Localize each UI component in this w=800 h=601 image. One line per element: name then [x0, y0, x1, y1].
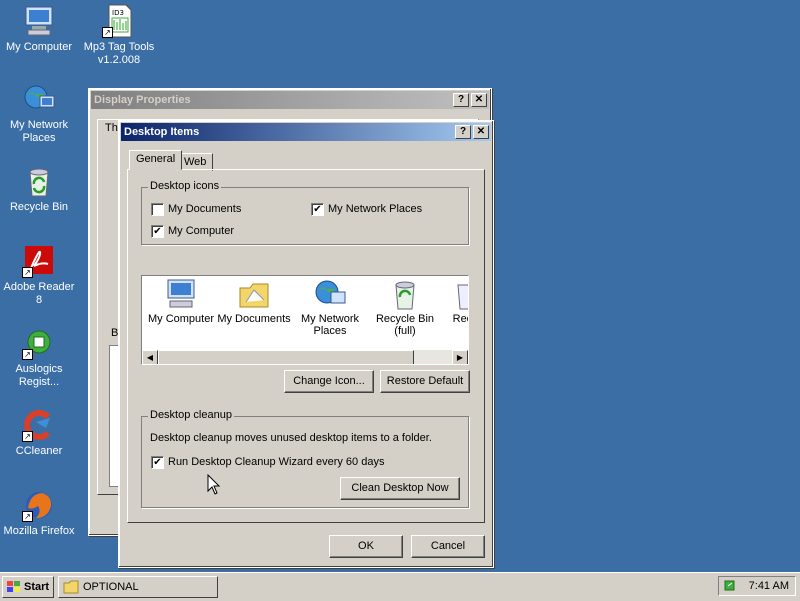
computer-icon — [22, 4, 56, 38]
dialog-title: Desktop Items — [124, 126, 200, 138]
task-label: OPTIONAL — [83, 581, 139, 593]
firefox-icon: ↗ — [22, 488, 56, 522]
my-network-places-checkbox[interactable]: ✔ — [311, 203, 324, 216]
id3-file-icon: ID3 ↗ — [102, 4, 136, 38]
desktop-icon-label: Adobe Reader 8 — [3, 281, 75, 306]
help-button[interactable]: ? — [455, 125, 471, 139]
scrollbar-thumb[interactable] — [158, 350, 414, 364]
shortcut-arrow-icon: ↗ — [22, 267, 33, 278]
desktop-icon-label: Mp3 Tag Tools v1.2.008 — [83, 41, 155, 66]
network-globe-icon — [22, 82, 56, 116]
desktop-icon-my-network-places[interactable]: My Network Places — [0, 82, 78, 145]
tab-general[interactable]: General — [129, 150, 183, 170]
icon-list-item[interactable]: Recycle Bin (full) — [370, 278, 440, 337]
display-properties-titlebar[interactable]: Display Properties ? ✕ — [91, 91, 489, 109]
desktop-icon-recycle-bin[interactable]: Recycle Bin — [0, 164, 78, 214]
windows-logo-icon — [7, 581, 20, 592]
my-network-places-label: My Network Places — [328, 203, 423, 215]
system-tray: 7:41 AM — [718, 576, 796, 596]
window-title: Display Properties — [94, 94, 191, 106]
network-globe-icon — [315, 280, 346, 304]
computer-icon — [167, 279, 195, 308]
start-button[interactable]: Start — [2, 576, 54, 598]
close-button[interactable]: ✕ — [473, 125, 489, 139]
my-computer-label: My Computer — [168, 225, 235, 237]
recycle-bin-empty-icon — [457, 284, 468, 310]
taskbar-task-optional[interactable]: OPTIONAL — [58, 576, 218, 598]
tray-app-icon[interactable] — [723, 579, 737, 593]
icon-list-item[interactable]: Rec... — [442, 278, 468, 325]
desktop-icon-label: My Computer — [5, 41, 73, 53]
icon-list-view[interactable]: My Computer My Documents My Network Plac… — [141, 275, 469, 365]
adobe-reader-icon: ↗ — [22, 244, 56, 278]
run-cleanup-wizard-label: Run Desktop Cleanup Wizard every 60 days — [168, 456, 385, 468]
desktop-icon-my-computer[interactable]: My Computer — [0, 4, 78, 54]
desktop-icon-label: Recycle Bin — [9, 201, 69, 213]
scroll-right-arrow-icon[interactable]: ▶ — [452, 350, 468, 364]
scroll-left-arrow-icon[interactable]: ◀ — [142, 350, 158, 364]
horizontal-scrollbar[interactable]: ◀ ▶ — [142, 350, 468, 364]
restore-default-button[interactable]: Restore Default — [380, 370, 470, 393]
icon-list-label: My Computer — [147, 313, 215, 325]
my-computer-checkbox[interactable]: ✔ — [151, 225, 164, 238]
icon-list-item[interactable]: My Documents — [217, 278, 291, 325]
change-icon-button[interactable]: Change Icon... — [284, 370, 374, 393]
group-legend: Desktop cleanup — [148, 409, 234, 421]
close-button[interactable]: ✕ — [471, 93, 487, 107]
desktop-icon-label: My Network Places — [9, 119, 69, 144]
documents-folder-icon — [239, 283, 269, 308]
my-documents-label: My Documents — [168, 203, 242, 215]
cleanup-description: Desktop cleanup moves unused desktop ite… — [150, 432, 432, 444]
shortcut-arrow-icon: ↗ — [22, 349, 33, 360]
group-legend: Desktop icons — [148, 180, 222, 192]
desktop-icon-label: Mozilla Firefox — [3, 525, 75, 537]
icon-list-item[interactable]: My Network Places — [292, 278, 368, 337]
desktop-cleanup-group: Desktop cleanup Desktop cleanup moves un… — [141, 409, 469, 508]
start-label: Start — [24, 581, 50, 593]
desktop-icon-mp3-tag-tools[interactable]: ID3 ↗ Mp3 Tag Tools v1.2.008 — [80, 4, 158, 67]
desktop-icons-group: Desktop icons My Documents ✔ My Network … — [141, 180, 469, 245]
desktop-icon-firefox[interactable]: ↗ Mozilla Firefox — [0, 488, 78, 538]
recycle-bin-full-icon — [395, 281, 415, 310]
desktop-items-titlebar[interactable]: Desktop Items ? ✕ — [121, 123, 491, 141]
tab-themes-fragment[interactable]: Th — [105, 122, 118, 134]
icon-list-label: Rec... — [452, 313, 468, 325]
taskbar: Start OPTIONAL 7:41 AM — [0, 572, 800, 601]
desktop-icon-label: CCleaner — [15, 445, 63, 457]
auslogics-icon: ↗ — [22, 326, 56, 360]
desktop-icon-ccleaner[interactable]: ↗ CCleaner — [0, 408, 78, 458]
svg-text:ID3: ID3 — [112, 9, 124, 17]
tab-panel-general: Desktop icons My Documents ✔ My Network … — [127, 169, 485, 523]
run-cleanup-wizard-checkbox[interactable]: ✔ — [151, 456, 164, 469]
clock[interactable]: 7:41 AM — [749, 580, 789, 592]
shortcut-arrow-icon: ↗ — [22, 511, 33, 522]
help-button[interactable]: ? — [453, 93, 469, 107]
cancel-button[interactable]: Cancel — [411, 535, 485, 558]
folder-icon — [63, 580, 79, 594]
desktop-icon-label: Auslogics Regist... — [15, 363, 63, 388]
desktop-items-dialog[interactable]: Desktop Items ? ✕ General Web Desktop ic… — [118, 120, 494, 568]
mouse-cursor-icon — [207, 474, 221, 495]
desktop-icon-adobe-reader[interactable]: ↗ Adobe Reader 8 — [0, 244, 78, 307]
ok-button[interactable]: OK — [329, 535, 403, 558]
desktop-icon-auslogics[interactable]: ↗ Auslogics Regist... — [0, 326, 78, 389]
icon-list-label: Recycle Bin (full) — [375, 313, 435, 337]
icon-list-label: My Documents — [217, 313, 291, 325]
clean-desktop-now-button[interactable]: Clean Desktop Now — [340, 477, 460, 500]
icon-list-item[interactable]: My Computer — [144, 278, 218, 325]
my-documents-checkbox[interactable] — [151, 203, 164, 216]
shortcut-arrow-icon: ↗ — [22, 431, 33, 442]
recycle-bin-icon — [22, 164, 56, 198]
icon-list-label: My Network Places — [300, 313, 360, 337]
shortcut-arrow-icon: ↗ — [102, 27, 113, 38]
ccleaner-icon: ↗ — [22, 408, 56, 442]
